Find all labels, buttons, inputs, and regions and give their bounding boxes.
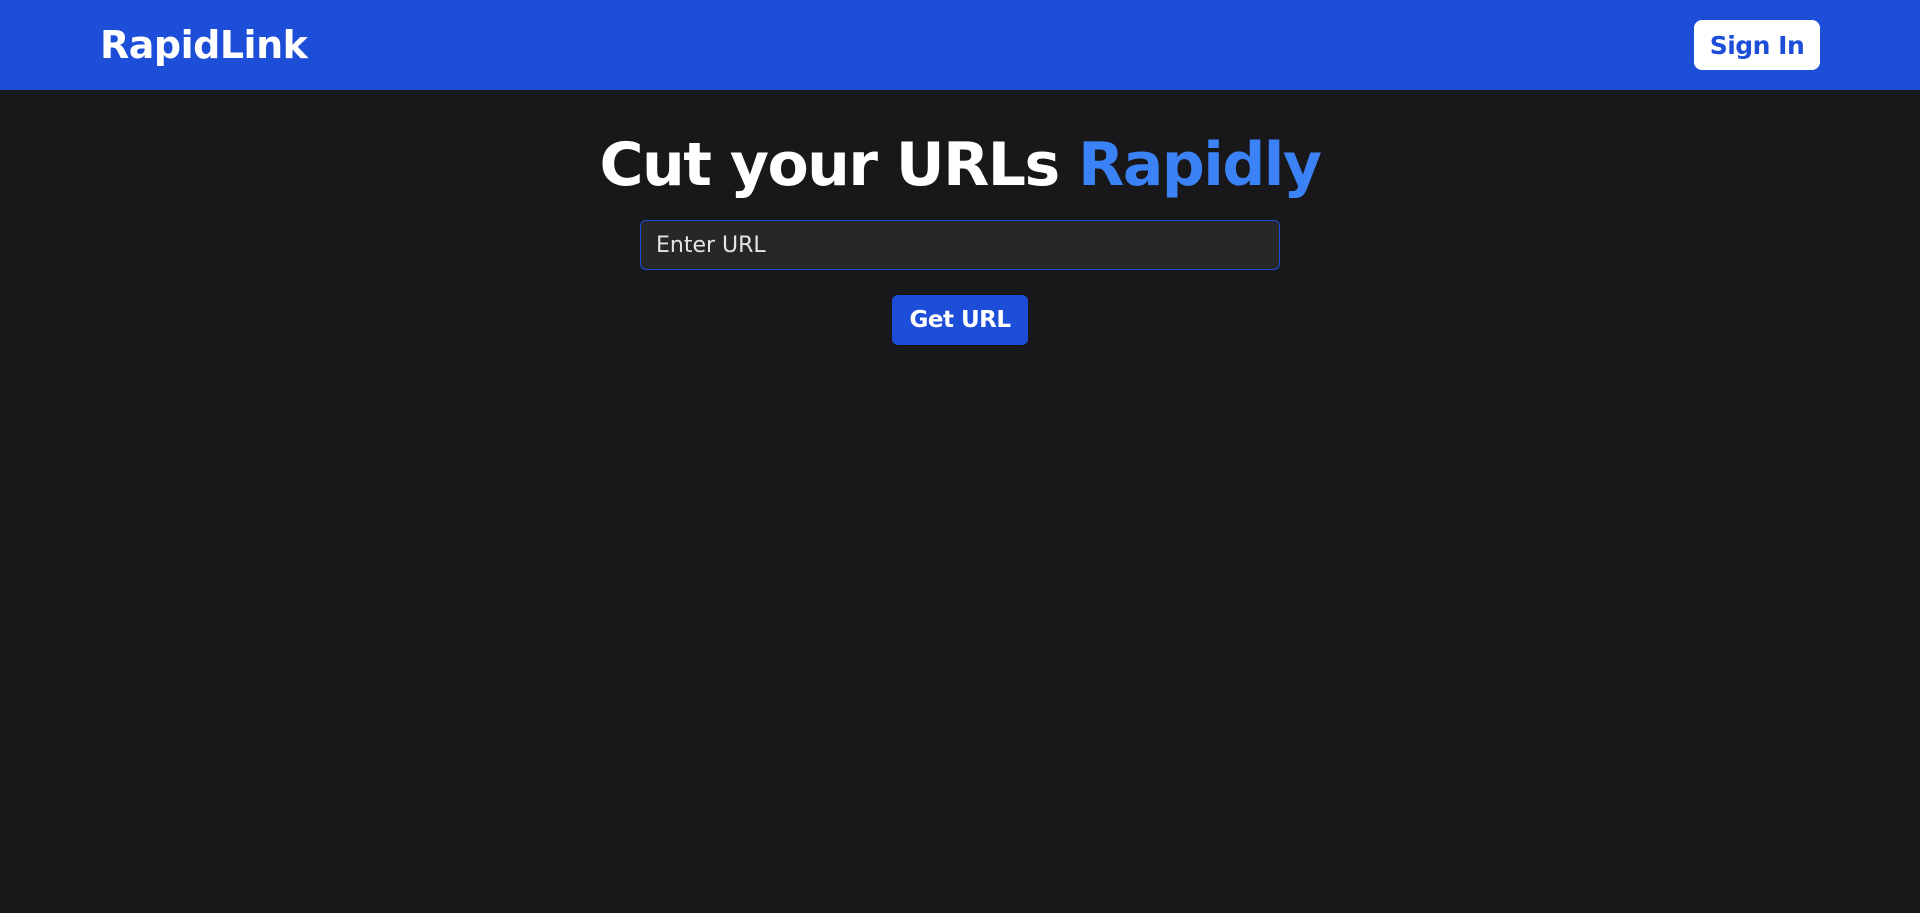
- hero-title-main: Cut your URLs: [599, 130, 1061, 200]
- brand-logo[interactable]: RapidLink: [100, 0, 308, 90]
- get-url-button[interactable]: Get URL: [892, 295, 1028, 345]
- url-input[interactable]: [640, 220, 1280, 270]
- hero-title: Cut your URLs Rapidly: [0, 125, 1920, 205]
- hero-title-accent: Rapidly: [1078, 130, 1322, 200]
- top-navbar: RapidLink Sign In: [0, 0, 1920, 90]
- sign-in-button[interactable]: Sign In: [1694, 20, 1820, 70]
